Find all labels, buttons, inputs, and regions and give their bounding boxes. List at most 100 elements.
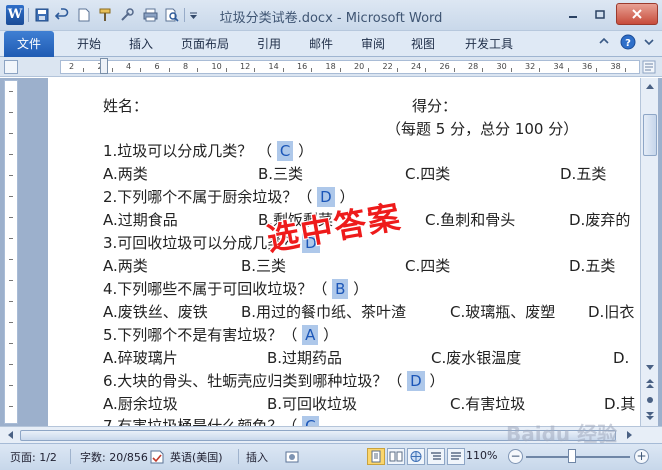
vertical-scrollbar[interactable] xyxy=(640,78,658,426)
zoom-slider-thumb[interactable] xyxy=(568,449,576,463)
ruler-number: 16 xyxy=(297,62,308,71)
document-page[interactable]: 姓名： 得分： （每题 5 分，总分 100 分） 1.垃圾可以分成几类？ （ … xyxy=(48,78,640,426)
web-layout-button[interactable] xyxy=(407,448,425,465)
help-icon[interactable]: ? xyxy=(620,34,636,53)
zoom-in-button[interactable]: + xyxy=(634,449,649,464)
outline-view-button[interactable] xyxy=(427,448,445,465)
ruler-number: 36 xyxy=(582,62,593,71)
ruler-number: 34 xyxy=(553,62,564,71)
option: C.废水银温度 xyxy=(431,349,522,367)
selected-answer: C xyxy=(276,141,294,161)
tab-view[interactable]: 视图 xyxy=(398,31,448,57)
close-button[interactable] xyxy=(616,3,658,25)
option: B.过期药品 xyxy=(267,349,343,367)
tab-references[interactable]: 引用 xyxy=(244,31,294,57)
maximize-button[interactable] xyxy=(588,3,612,25)
insert-mode[interactable]: 插入 xyxy=(246,449,268,465)
indent-marker[interactable] xyxy=(100,58,108,74)
option: C.四类 xyxy=(405,165,451,183)
previous-page-icon[interactable] xyxy=(642,376,658,392)
ruler-tick xyxy=(510,68,512,72)
zoom-slider[interactable] xyxy=(526,456,630,458)
ruler-tick xyxy=(9,91,13,92)
zoom-out-button[interactable]: − xyxy=(508,449,523,464)
horizontal-ruler[interactable]: 22468101214161820222426283032343638 xyxy=(60,60,640,74)
close-icon xyxy=(632,9,642,19)
separator xyxy=(70,449,71,464)
tab-mailings[interactable]: 邮件 xyxy=(296,31,346,57)
ruler-tick xyxy=(9,112,13,113)
draft-view-button[interactable] xyxy=(447,448,465,465)
ruler-tick xyxy=(9,301,13,302)
ruler-tick xyxy=(9,406,13,407)
ruler-number: 18 xyxy=(325,62,336,71)
ruler-tick xyxy=(339,68,341,72)
ribbon-expand-icon[interactable] xyxy=(642,34,656,53)
ruler-tick xyxy=(453,68,455,72)
tab-home[interactable]: 开始 xyxy=(64,31,114,57)
tab-insert[interactable]: 插入 xyxy=(116,31,166,57)
select-browse-object-icon[interactable] xyxy=(642,392,658,408)
ruler-number: 30 xyxy=(496,62,507,71)
view-ruler-icon[interactable] xyxy=(642,60,658,74)
next-page-icon[interactable] xyxy=(642,408,658,424)
scroll-down-icon[interactable] xyxy=(642,360,658,376)
web-layout-icon xyxy=(410,451,422,462)
option: B.可回收垃圾 xyxy=(267,395,358,413)
option: C.鱼刺和骨头 xyxy=(425,211,516,229)
question-text: 1.垃圾可以分成几类？ （ xyxy=(103,142,273,160)
minimize-ribbon-icon[interactable] xyxy=(598,35,610,50)
question: 6.大块的骨头、牡蛎壳应归类到哪种垃圾？（ D ） xyxy=(103,371,444,391)
ribbon-tab-bar: 文件 开始 插入 页面布局 引用 邮件 审阅 视图 开发工具 ? xyxy=(0,31,662,57)
selected-answer: D xyxy=(407,371,425,391)
tab-file[interactable]: 文件 xyxy=(4,31,54,57)
full-screen-reading-button[interactable] xyxy=(387,448,405,465)
draft-icon xyxy=(451,452,461,460)
language-indicator[interactable]: 英语(美国) xyxy=(170,449,223,465)
option: C.玻璃瓶、废塑 xyxy=(450,303,556,321)
print-layout-view-button[interactable] xyxy=(367,448,385,465)
ruler-tick xyxy=(9,154,13,155)
scroll-thumb[interactable] xyxy=(643,114,657,156)
ruler-tick xyxy=(168,68,170,72)
watermark: Baidu 经验 xyxy=(506,422,618,446)
ruler-number: 20 xyxy=(354,62,365,71)
question-text: 5.下列哪个不是有害垃圾？（ xyxy=(103,326,298,344)
question-text: 6.大块的骨头、牡蛎壳应归类到哪种垃圾？（ xyxy=(103,372,403,390)
option: C.有害垃圾 xyxy=(450,395,526,413)
question-text: 4.下列哪些不属于可回收垃圾？（ xyxy=(103,280,328,298)
tab-review[interactable]: 审阅 xyxy=(348,31,398,57)
word-count[interactable]: 字数: 20/856 xyxy=(80,449,148,465)
option: B.三类 xyxy=(258,165,304,183)
option: D.其 xyxy=(604,395,636,413)
zoom-level[interactable]: 110% xyxy=(466,449,497,462)
ruler-number: 38 xyxy=(610,62,621,71)
minimize-button[interactable] xyxy=(560,3,586,25)
ruler-tick xyxy=(254,68,256,72)
question: 5.下列哪个不是有害垃圾？（ A ） xyxy=(103,325,338,345)
tab-developer[interactable]: 开发工具 xyxy=(454,31,524,57)
page-count[interactable]: 页面: 1/2 xyxy=(10,449,57,465)
ruler-tick xyxy=(9,343,13,344)
scroll-right-icon[interactable] xyxy=(622,427,638,443)
name-label: 姓名： xyxy=(103,97,149,115)
option: B.用过的餐巾纸、茶叶渣 xyxy=(241,303,407,321)
option: C.四类 xyxy=(405,257,451,275)
macro-record-icon[interactable] xyxy=(285,450,299,467)
score-note: （每题 5 分，总分 100 分） xyxy=(386,120,579,138)
reading-view-icon xyxy=(389,451,403,462)
option: A.碎玻璃片 xyxy=(103,349,178,367)
option: A.废铁丝、废铁 xyxy=(103,303,208,321)
scroll-up-icon[interactable] xyxy=(642,78,658,94)
ruler-tick xyxy=(311,68,313,72)
proofing-icon[interactable] xyxy=(150,450,164,467)
vertical-ruler[interactable] xyxy=(4,80,18,424)
scroll-left-icon[interactable] xyxy=(2,427,18,443)
question-close: ） xyxy=(323,326,339,344)
status-bar: 页面: 1/2 字数: 20/856 英语(美国) 插入 110% − + xyxy=(0,443,662,470)
score-label: 得分： xyxy=(412,97,458,115)
tab-page-layout[interactable]: 页面布局 xyxy=(170,31,240,57)
separator xyxy=(238,449,239,464)
tab-selector[interactable] xyxy=(4,60,18,74)
ruler-number: 22 xyxy=(382,62,393,71)
